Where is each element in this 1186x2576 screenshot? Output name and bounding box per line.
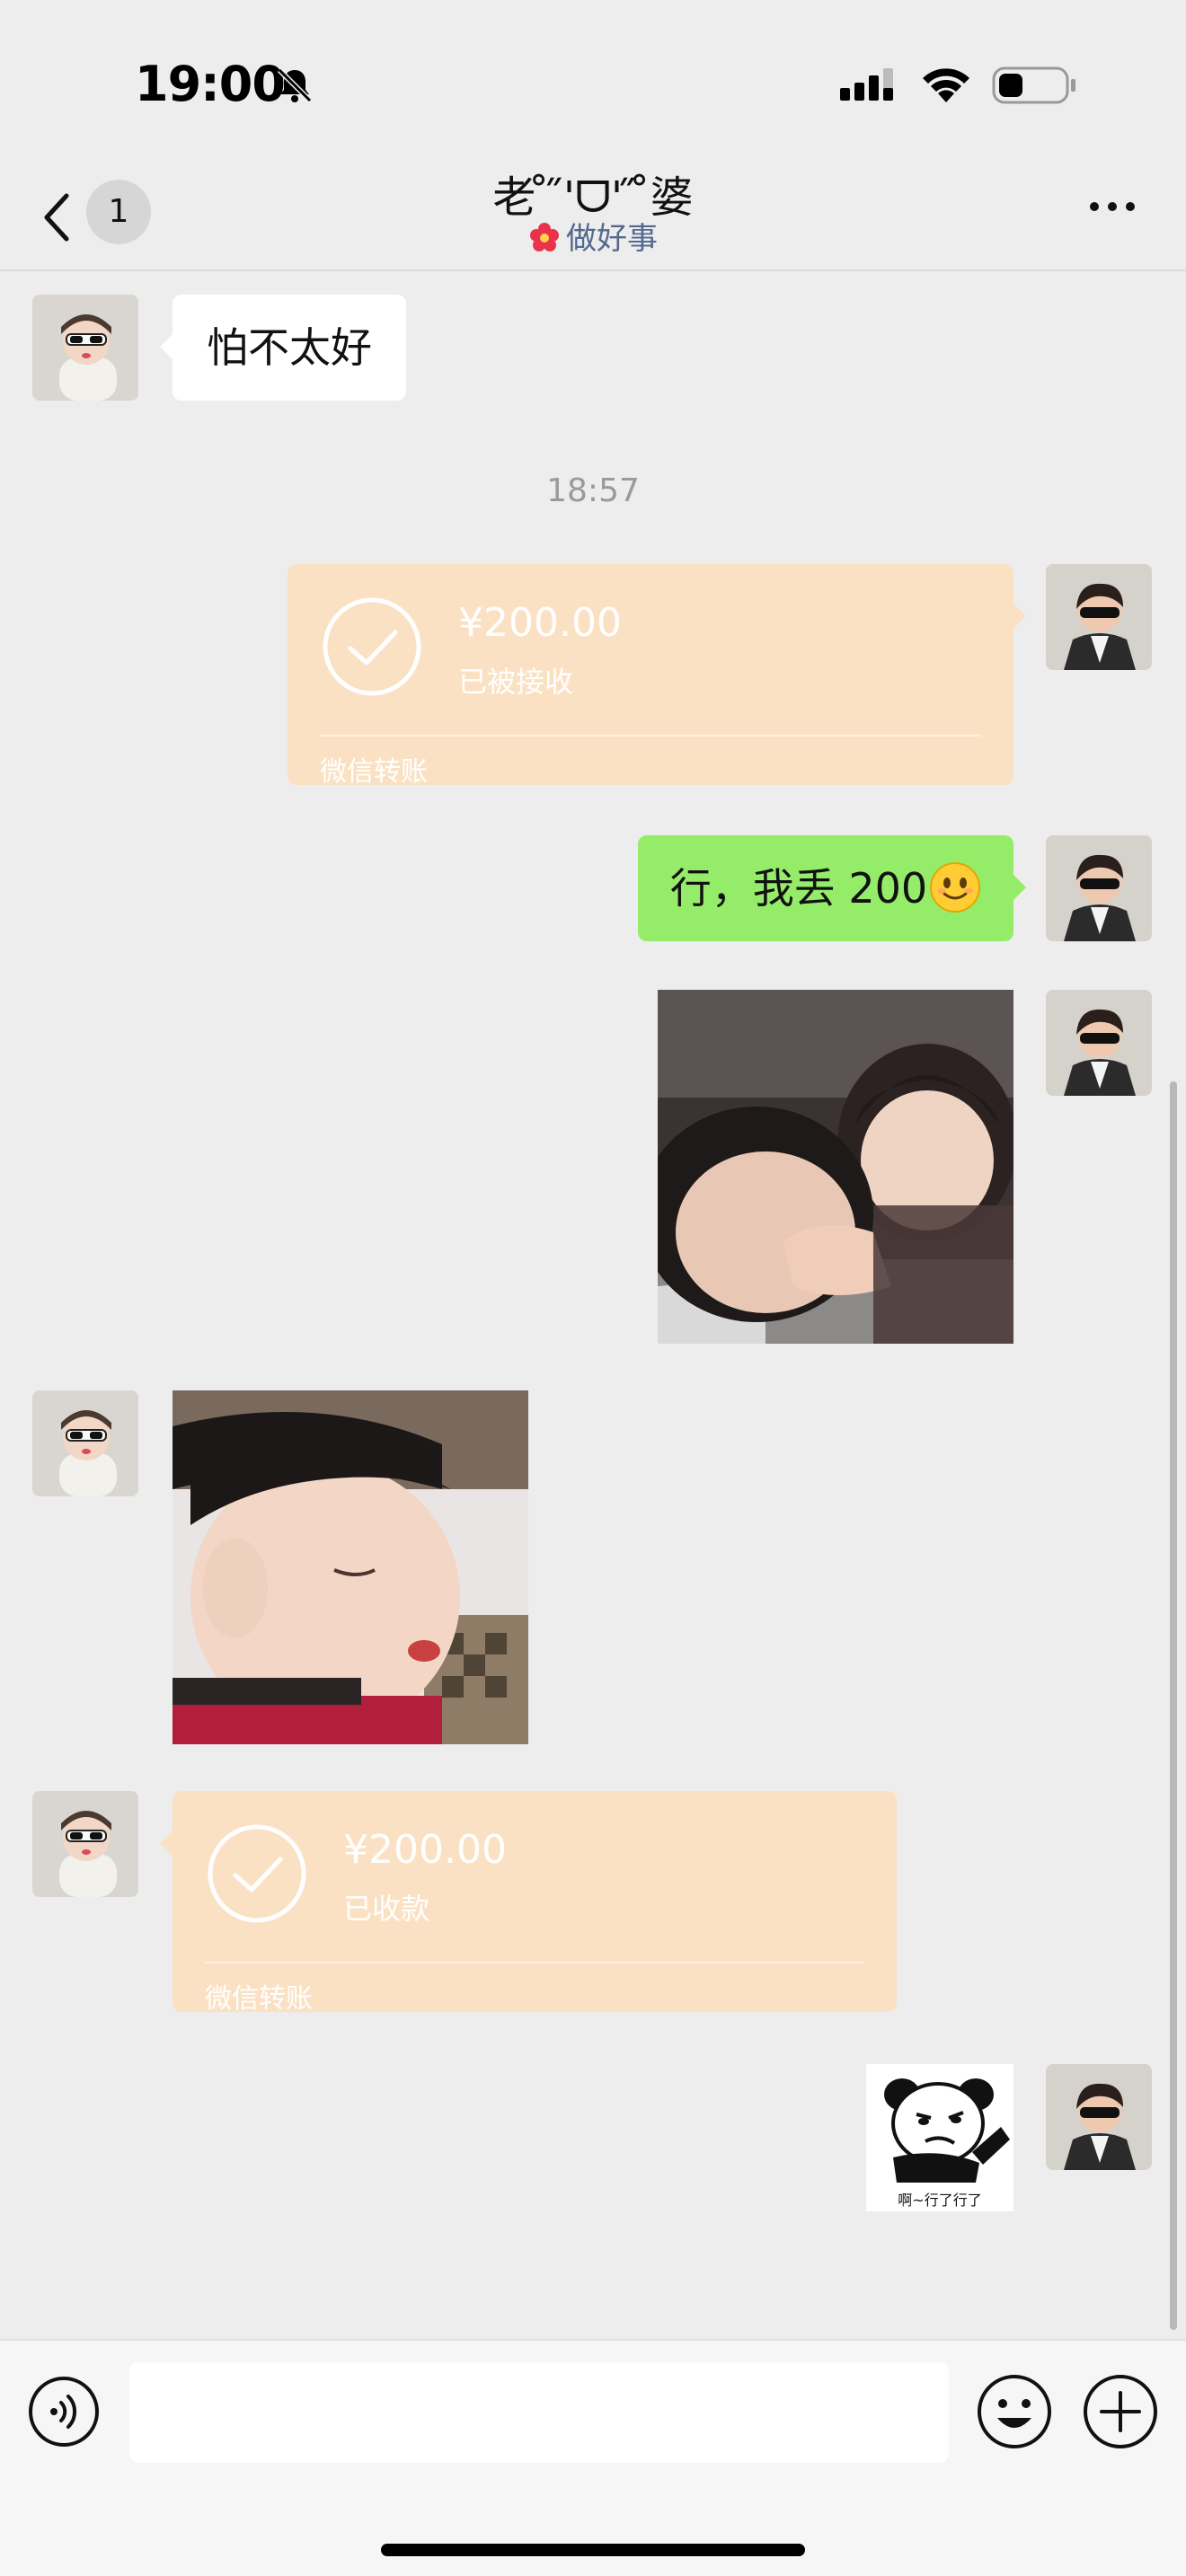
my-avatar[interactable]: [1046, 835, 1152, 941]
chat-status: 做好事: [270, 214, 916, 258]
battery-icon: [992, 66, 1075, 104]
message-input-bar: [0, 2339, 1186, 2576]
more-options-icon[interactable]: [1087, 199, 1137, 214]
status-time: 19:00: [135, 56, 286, 112]
contact-avatar[interactable]: [32, 1390, 138, 1496]
home-indicator[interactable]: [381, 2544, 805, 2556]
transfer-divider: [320, 735, 981, 737]
smiling-face-emoji-icon: [930, 862, 981, 913]
message-text: 行，我丢 200: [669, 864, 928, 913]
check-circle-icon: [323, 597, 421, 696]
chat-status-text: 做好事: [566, 221, 658, 257]
sticker-message[interactable]: 啊~行了行了: [866, 2064, 1013, 2211]
sticker-caption: 啊~行了行了: [898, 2192, 982, 2209]
chevron-left-icon[interactable]: [40, 189, 75, 246]
add-attachment-icon[interactable]: [1082, 2373, 1159, 2450]
status-bar: 19:00: [0, 0, 1186, 171]
unread-count-badge[interactable]: 1: [86, 180, 151, 244]
transfer-footer: 微信转账: [320, 756, 428, 788]
message-bubble-incoming[interactable]: 怕不太好: [160, 295, 406, 401]
check-circle-icon: [208, 1824, 306, 1923]
my-avatar[interactable]: [1046, 2064, 1152, 2170]
message-bubble-outgoing[interactable]: 行，我丢 200: [638, 835, 1026, 941]
transfer-status: 已被接收: [458, 665, 574, 699]
chat-scrollbar[interactable]: [1170, 1081, 1177, 2330]
transfer-divider: [205, 1962, 864, 1963]
chat-screen: 19:00 1 老 ̊ ̋'ᗜ' ̋ ̊婆 做好事 怕不太好 18:57 ¥20…: [0, 0, 1186, 2576]
transfer-footer: 微信转账: [205, 1983, 313, 2015]
transfer-status: 已收款: [343, 1892, 430, 1926]
emoji-picker-icon[interactable]: [976, 2373, 1053, 2450]
transfer-amount: ¥200.00: [458, 600, 622, 646]
transfer-card-sent[interactable]: ¥200.00 已被接收 微信转账: [288, 564, 1026, 788]
contact-avatar[interactable]: [32, 1791, 138, 1897]
transfer-card-received[interactable]: ¥200.00 已收款 微信转账: [160, 1791, 897, 2015]
transfer-amount: ¥200.00: [343, 1827, 507, 1873]
image-message-incoming[interactable]: [173, 1390, 528, 1744]
flower-icon: [530, 223, 559, 251]
wifi-icon: [923, 68, 969, 102]
my-avatar[interactable]: [1046, 990, 1152, 1096]
image-message-outgoing[interactable]: [658, 990, 1013, 1344]
voice-input-icon[interactable]: [27, 2375, 101, 2448]
message-text-input[interactable]: [129, 2362, 949, 2463]
my-avatar[interactable]: [1046, 564, 1152, 670]
cellular-signal-icon: [840, 68, 893, 101]
bell-muted-icon: [277, 67, 313, 103]
message-timestamp: 18:57: [546, 472, 640, 509]
contact-avatar[interactable]: [32, 295, 138, 401]
